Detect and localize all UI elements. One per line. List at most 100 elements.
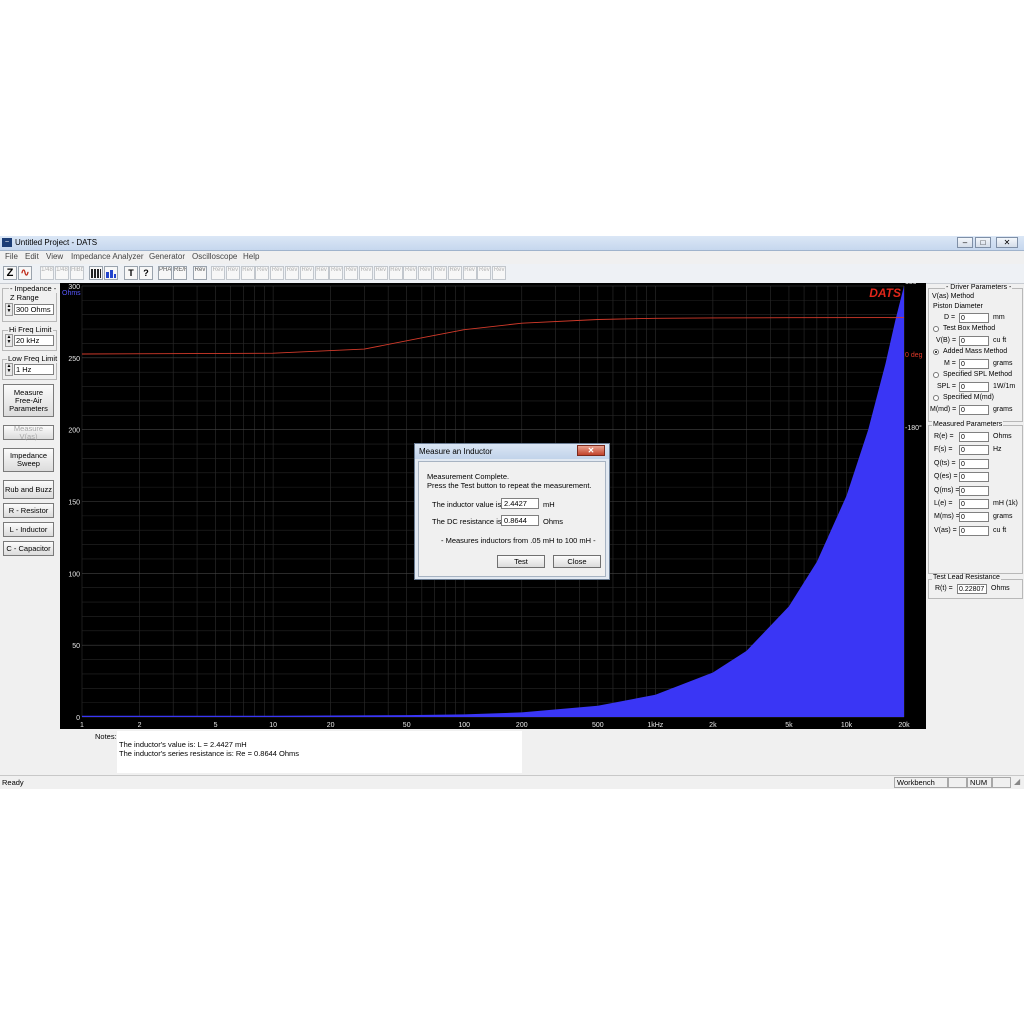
memory-slot-button[interactable]: Rev [240, 266, 255, 280]
added-mass-radio[interactable] [933, 349, 939, 355]
speaker-chart-button[interactable] [104, 266, 118, 280]
y-tick-label: 0 [76, 715, 80, 722]
memory-slot-button[interactable]: Rev [255, 266, 270, 280]
measured-param-field[interactable]: 0 [959, 499, 989, 509]
tool-button-3[interactable]: HiBb [70, 266, 84, 280]
memory-slot-button[interactable]: Rev [477, 266, 492, 280]
menu-file[interactable]: File [5, 252, 18, 261]
re-fr-button[interactable]: RE/FR [173, 266, 187, 280]
impedance-mode-button[interactable]: Z [3, 266, 17, 280]
mmd-method-label: Specified M(md) [943, 394, 994, 401]
memory-slot-button[interactable]: Rev [462, 266, 477, 280]
spl-method-radio[interactable] [933, 372, 939, 378]
measured-params-label: Measured Parameters [932, 421, 1004, 428]
menu-bar: File Edit View Impedance Analyzer Genera… [0, 251, 1024, 263]
memory-slot-button[interactable]: Rev [225, 266, 240, 280]
memory-slot-button[interactable]: Rev [388, 266, 403, 280]
memory-slot-button[interactable]: Rev [329, 266, 344, 280]
rt-label: R(t) = [935, 585, 953, 592]
menu-impedance-analyzer[interactable]: Impedance Analyzer [71, 252, 144, 261]
memory-slot-button[interactable]: Rev [314, 266, 329, 280]
inductor-button[interactable]: L - Inductor [3, 522, 54, 537]
x-tick-label: 200 [516, 722, 528, 729]
rt-field[interactable]: 0.22807 [957, 584, 987, 594]
d-unit: mm [993, 314, 1005, 321]
measured-param-field[interactable]: 0 [959, 512, 989, 523]
minimize-button[interactable]: – [957, 237, 973, 248]
bars-icon-button[interactable] [89, 266, 103, 280]
test-lead-label: Test Lead Resistance [932, 574, 1001, 581]
status-bar: Ready Workbench NUM ◢ [0, 775, 1024, 789]
help-pointer-button[interactable]: ? [139, 266, 153, 280]
measured-param-field[interactable]: 0 [959, 458, 989, 469]
test-button[interactable]: Test [497, 555, 545, 568]
dialog-close-button[interactable]: Close [553, 555, 601, 568]
measured-param-label: Q(ms) = [934, 486, 960, 494]
memory-slot-button[interactable]: Rev [270, 266, 285, 280]
z-range-spinner[interactable]: ▲ ▼ [5, 303, 13, 316]
memory-slot-button[interactable]: Rev [373, 266, 388, 280]
help-pointer-icon: ? [143, 268, 149, 278]
memory-slot-button[interactable]: Rev [418, 266, 433, 280]
probe-button[interactable]: T [124, 266, 138, 280]
memory-slot-button[interactable]: Rev [403, 266, 418, 280]
mmd-field[interactable]: 0 [959, 405, 989, 415]
mmd-method-radio[interactable] [933, 395, 939, 401]
tool-button-2[interactable]: 1/48 [55, 266, 69, 280]
measure-vas-button[interactable]: Measure V(as) [3, 424, 54, 440]
pha-button[interactable]: PHA [158, 266, 172, 280]
close-window-button[interactable]: ✕ [996, 237, 1018, 248]
generator-mode-button[interactable]: ∿ [18, 266, 32, 280]
m-field[interactable]: 0 [959, 359, 989, 369]
menu-generator[interactable]: Generator [149, 252, 185, 261]
measured-param-label: Q(ts) = [934, 459, 956, 467]
measured-param-field[interactable]: 0 [959, 472, 989, 483]
resistor-button[interactable]: R - Resistor [3, 503, 54, 518]
resize-grip-icon[interactable]: ◢ [1014, 777, 1020, 786]
measured-param-field[interactable]: 0 [959, 445, 989, 456]
impedance-sweep-button[interactable]: Impedance Sweep [3, 448, 54, 472]
low-freq-field[interactable]: 1 Hz [14, 364, 54, 375]
status-scroll [992, 777, 1011, 788]
z-range-field[interactable]: 300 Ohms [14, 304, 54, 315]
rub-and-buzz-button[interactable]: Rub and Buzz [3, 480, 54, 499]
measured-param-label: V(as) = [934, 526, 957, 534]
spl-field[interactable]: 0 [959, 382, 989, 392]
measured-param-field[interactable]: 0 [959, 525, 989, 536]
memory-slot-button[interactable]: Rev [359, 266, 373, 280]
measure-free-air-button[interactable]: Measure Free-Air Parameters [3, 384, 54, 417]
memory-slot-button[interactable]: Rev [447, 266, 462, 280]
rt-unit: Ohms [991, 585, 1010, 592]
measured-param-field[interactable]: 0 [959, 432, 989, 442]
memory-slot-button[interactable]: Rev [433, 266, 447, 280]
menu-help[interactable]: Help [243, 252, 259, 261]
status-workbench: Workbench [894, 777, 948, 788]
memory-slot-button[interactable]: Rev [285, 266, 299, 280]
dialog-close-icon[interactable]: ✕ [577, 445, 605, 456]
dialog-instruction-line: Press the Test button to repeat the meas… [427, 481, 592, 490]
memory-slot-button[interactable]: Rev [299, 266, 314, 280]
memory-slot-button[interactable]: Rev [211, 266, 225, 280]
hi-freq-spinner[interactable]: ▲ ▼ [5, 334, 13, 347]
dialog-status-line: Measurement Complete. [427, 472, 510, 481]
low-freq-spinner[interactable]: ▲ ▼ [5, 363, 13, 376]
menu-oscilloscope[interactable]: Oscilloscope [192, 252, 237, 261]
d-field[interactable]: 0 [959, 313, 989, 323]
tool-button-1[interactable]: 1/48 [40, 266, 54, 280]
measured-param-field[interactable]: 0 [959, 485, 989, 496]
vb-field[interactable]: 0 [959, 336, 989, 346]
menu-edit[interactable]: Edit [25, 252, 39, 261]
y-tick-label: 250 [68, 356, 80, 363]
hi-freq-field[interactable]: 20 kHz [14, 335, 54, 346]
memory-slot-button[interactable]: Rev [492, 266, 507, 280]
maximize-button[interactable]: □ [975, 237, 991, 248]
m-unit: grams [993, 360, 1013, 367]
menu-view[interactable]: View [46, 252, 63, 261]
notes-textbox[interactable]: The inductor's value is: L = 2.4427 mH T… [117, 731, 522, 773]
capacitor-button[interactable]: C - Capacitor [3, 541, 54, 556]
rev-button[interactable]: Rev [193, 266, 207, 280]
measured-param-unit: Ohms [993, 433, 1012, 440]
x-tick-label: 5k [785, 722, 793, 729]
test-box-radio[interactable] [933, 326, 939, 332]
memory-slot-button[interactable]: Rev [344, 266, 359, 280]
